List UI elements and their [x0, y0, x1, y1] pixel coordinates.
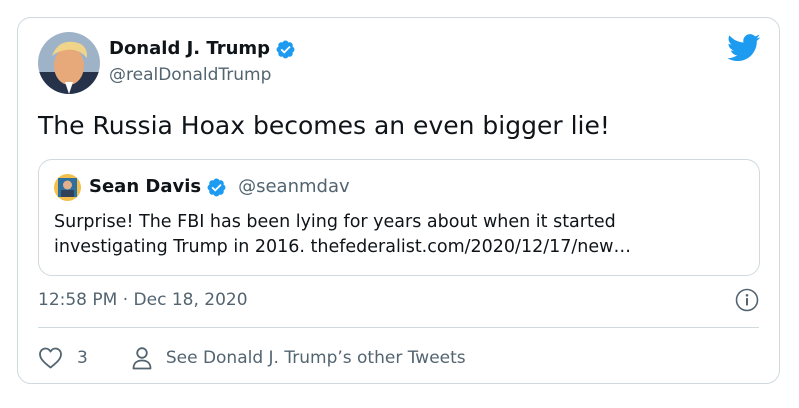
quoted-author-row[interactable]: Sean Davis @seanmdav	[89, 175, 350, 199]
quoted-tweet-text: Surprise! The FBI has been lying for yea…	[54, 210, 754, 260]
see-other-tweets-label[interactable]: See Donald J. Trump’s other Tweets	[166, 348, 466, 368]
see-other-tweets-link[interactable]: See Donald J. Trump’s other Tweets	[132, 346, 466, 370]
divider	[38, 327, 759, 328]
person-icon	[132, 347, 152, 370]
heart-icon[interactable]	[38, 347, 63, 369]
quoted-tweet-line[interactable]: investigating Trump in 2016. thefederali…	[54, 235, 754, 260]
author-avatar[interactable]	[38, 32, 100, 94]
quoted-author-avatar[interactable]	[54, 174, 81, 201]
verified-badge-icon	[276, 40, 295, 58]
verified-badge-icon	[207, 178, 226, 196]
info-icon[interactable]	[735, 288, 759, 312]
tweet-card[interactable]: Donald J. Trump @realDonaldTrump The Rus…	[17, 17, 780, 384]
like-count[interactable]: 3	[77, 348, 88, 368]
tweet-text: The Russia Hoax becomes an even bigger l…	[38, 111, 610, 140]
like-button[interactable]: 3	[38, 347, 88, 369]
twitter-bird-icon[interactable]	[727, 34, 761, 62]
author-name[interactable]: Donald J. Trump	[109, 38, 270, 60]
tweet-actions: 3 See Donald J. Trump’s other Tweets	[38, 344, 466, 372]
tweet-timestamp[interactable]: 12:58 PM · Dec 18, 2020	[38, 289, 248, 311]
quoted-author-handle[interactable]: @seanmdav	[238, 175, 350, 199]
author-name-row[interactable]: Donald J. Trump	[109, 38, 296, 60]
quoted-author-name[interactable]: Sean Davis	[89, 175, 201, 199]
quoted-tweet[interactable]: Sean Davis @seanmdav Surprise! The FBI h…	[38, 159, 760, 276]
author-handle[interactable]: @realDonaldTrump	[109, 64, 271, 86]
quoted-tweet-line: Surprise! The FBI has been lying for yea…	[54, 212, 616, 232]
